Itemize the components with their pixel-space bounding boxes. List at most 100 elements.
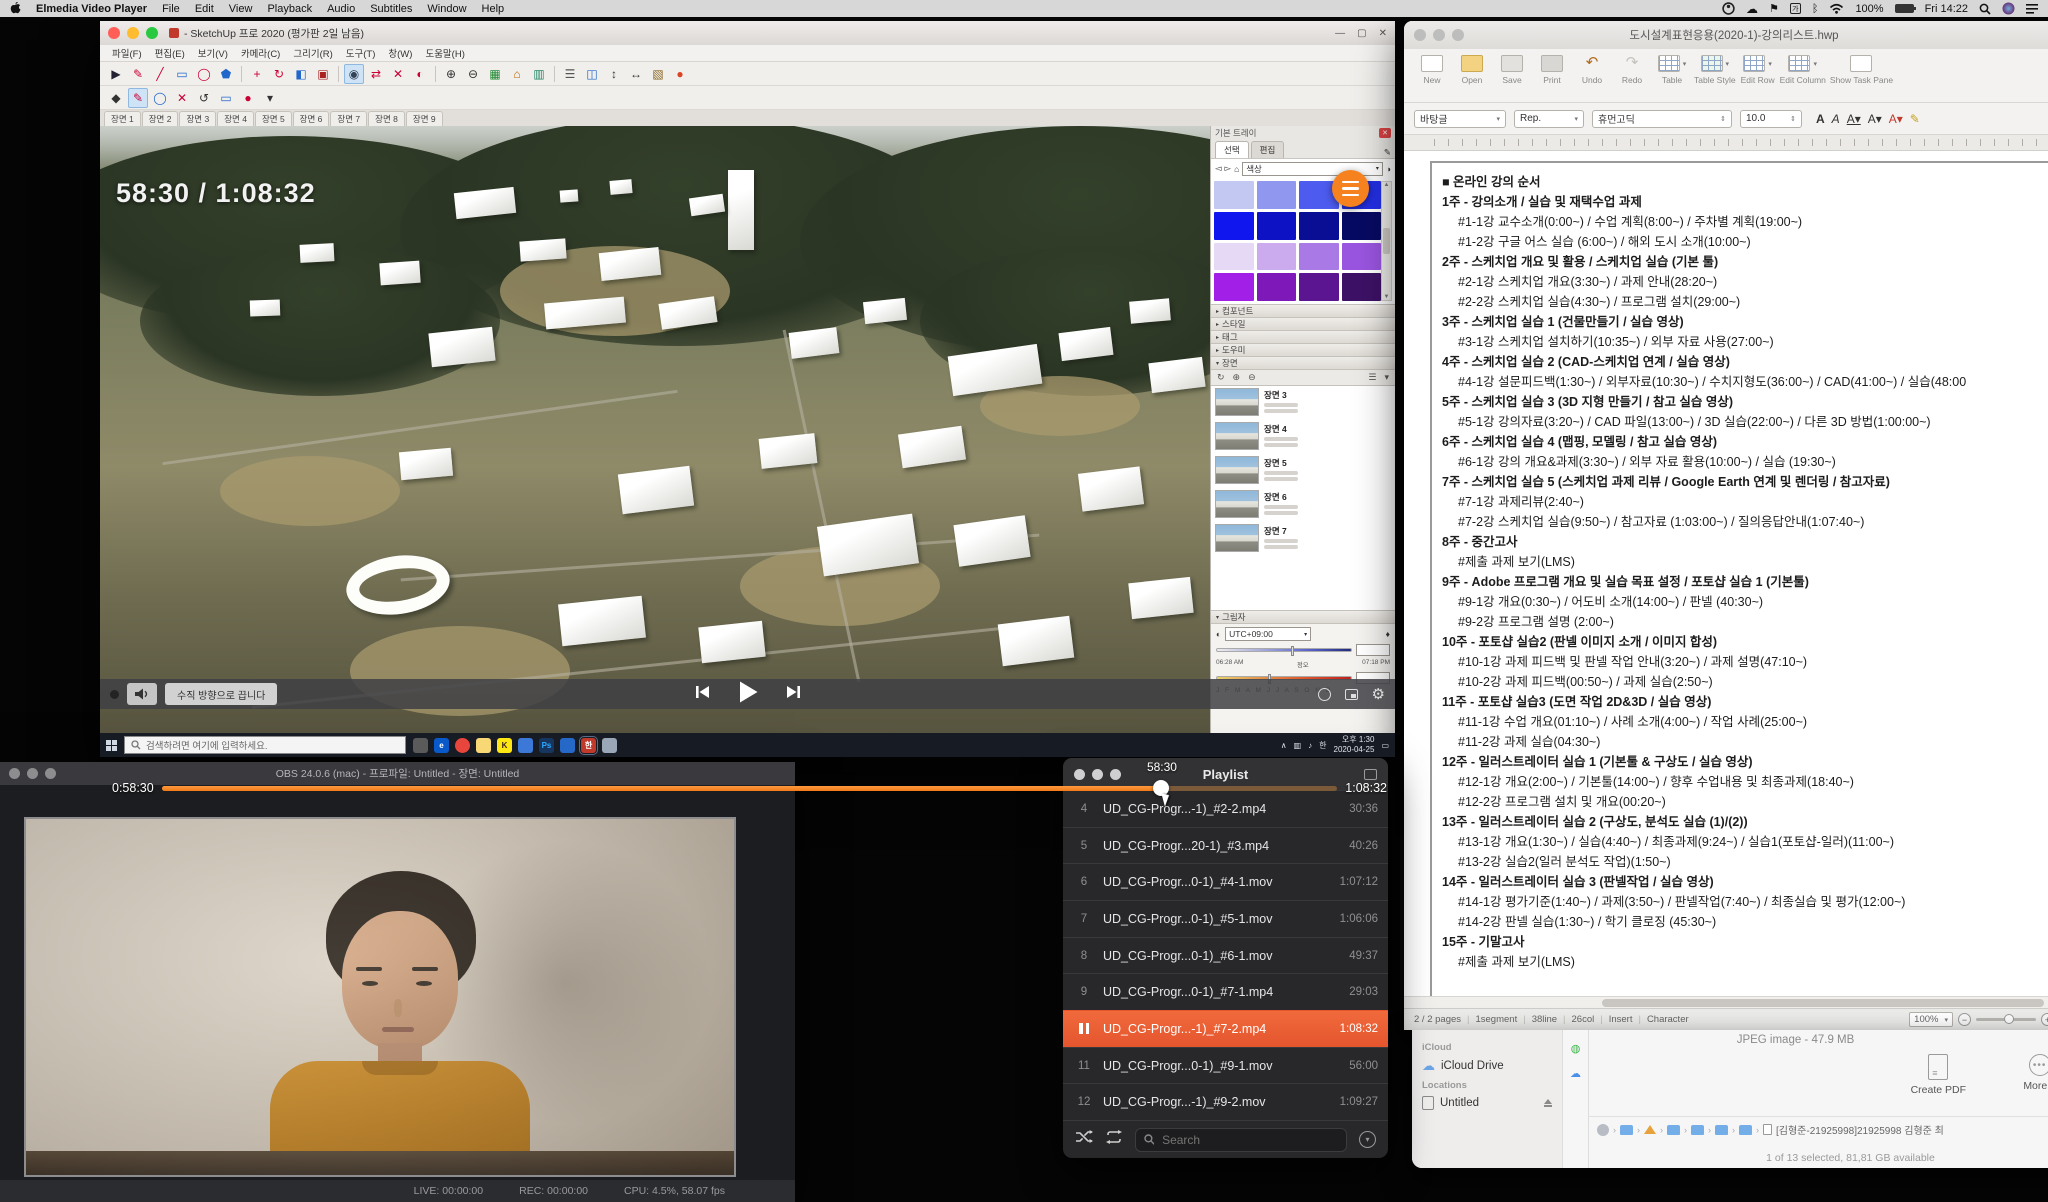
color-swatch[interactable] (1214, 212, 1254, 240)
minimize-window-button[interactable] (127, 27, 139, 39)
tray-section[interactable]: ▸도우미 (1211, 343, 1395, 356)
sketchup-tool-icon[interactable]: ▭ (216, 88, 236, 108)
cloud-icon[interactable]: ☁ (1746, 2, 1758, 15)
obs-preview-canvas[interactable] (0, 785, 795, 1180)
menu-bar-clock[interactable]: Fri 14:22 (1925, 3, 1968, 15)
taskbar-app-icon[interactable]: 한 (581, 738, 596, 753)
zoom-dropdown[interactable]: 100%▾ (1909, 1012, 1953, 1027)
sketchup-menu-item[interactable]: 편집(E) (155, 46, 185, 60)
sketchup-tool-icon[interactable]: ↔ (626, 64, 646, 84)
style-dropdown[interactable]: 바탕글▾ (1414, 110, 1506, 128)
color-swatch[interactable] (1257, 243, 1297, 271)
hwp-edit-column-button[interactable]: ▾Edit Column (1780, 55, 1826, 85)
folder-icon[interactable] (1691, 1125, 1704, 1135)
sketchup-menu-item[interactable]: 보기(V) (198, 46, 228, 60)
sketchup-tool-icon[interactable]: ▦ (485, 64, 505, 84)
sketchup-tool-icon[interactable]: ▶ (106, 64, 126, 84)
breadcrumb-file-name[interactable]: [김형준-21925998]21925998 김형준 최 (1776, 1122, 1944, 1137)
time-field[interactable] (1356, 644, 1390, 656)
sketchup-menu-item[interactable]: 그리기(R) (293, 46, 332, 60)
font-size-stepper[interactable]: 10.0⇕ (1740, 110, 1802, 128)
sketchup-tool-icon[interactable]: ⌂ (507, 64, 527, 84)
windows-window-controls[interactable]: —▢✕ (1335, 28, 1387, 39)
playlist-item[interactable]: 12UD_CG-Progr...-1)_#9-2.mov1:09:27 (1063, 1083, 1388, 1120)
tray-section[interactable]: ▸태그 (1211, 330, 1395, 343)
audio-track-icon[interactable] (1318, 688, 1331, 701)
repeat-icon[interactable] (1105, 1130, 1123, 1149)
hwp-table-button[interactable]: ▾Table (1654, 55, 1690, 85)
zoom-window-button[interactable] (146, 27, 158, 39)
sketchup-tool-icon[interactable]: ▭ (172, 64, 192, 84)
playlist-item[interactable]: 8UD_CG-Progr...0-1)_#6-1.mov49:37 (1063, 937, 1388, 974)
sketchup-tool-icon[interactable]: ↻ (269, 64, 289, 84)
scene-list-item[interactable]: 장면 5 (1215, 456, 1391, 484)
zoom-in-button[interactable]: + (2041, 1013, 2048, 1026)
scene-tab[interactable]: 장면 4 (217, 111, 254, 126)
sketchup-tool-icon[interactable]: + (247, 64, 267, 84)
playlist-toggle-button[interactable] (1332, 170, 1369, 207)
playlist-item[interactable]: 7UD_CG-Progr...0-1)_#5-1.mov1:06:06 (1063, 900, 1388, 937)
tray-section[interactable]: ▾장면 (1211, 356, 1395, 369)
folder-icon[interactable] (1739, 1125, 1752, 1135)
color-swatch[interactable] (1299, 212, 1339, 240)
sketchup-tool-icon[interactable]: ☰ (560, 64, 580, 84)
menu-file[interactable]: File (162, 3, 180, 15)
sketchup-tool-icon[interactable]: ◯ (150, 88, 170, 108)
menu-view[interactable]: View (229, 3, 253, 15)
font-color-button[interactable]: A▾ (1889, 112, 1903, 126)
menu-window[interactable]: Window (427, 3, 466, 15)
sketchup-tool-icon[interactable]: ◫ (582, 64, 602, 84)
scene-list-item[interactable]: 장면 7 (1215, 524, 1391, 552)
scene-tab[interactable]: 장면 7 (330, 111, 367, 126)
webcam-source[interactable] (24, 817, 736, 1177)
tray-volume-icon[interactable]: ♪ (1308, 741, 1312, 750)
sketchup-menu-item[interactable]: 도구(T) (346, 46, 376, 60)
scene-options-icon[interactable]: ☰ (1368, 372, 1376, 383)
taskbar-app-icon[interactable]: K (497, 738, 512, 753)
home-icon[interactable]: ⌂ (1234, 164, 1239, 174)
underline-button[interactable]: A▾ (1847, 112, 1861, 126)
sketchup-tool-icon[interactable]: ╱ (150, 64, 170, 84)
tray-clock[interactable]: 오후 1:30 2020-04-25 (1334, 735, 1375, 755)
tray-network-icon[interactable]: ▥ (1294, 741, 1302, 750)
spotlight-icon[interactable] (1979, 2, 1991, 15)
menu-help[interactable]: Help (482, 3, 505, 15)
color-swatch[interactable] (1214, 273, 1254, 301)
hwp-print-button[interactable]: Print (1534, 55, 1570, 85)
tray-close-icon[interactable]: ✕ (1379, 128, 1391, 138)
document-page[interactable]: ■ 온라인 강의 순서1주 - 강의소개 / 실습 및 재택수업 과제#1-1강… (1404, 151, 2048, 996)
scene-tab[interactable]: 장면 5 (255, 111, 292, 126)
next-button[interactable] (785, 684, 802, 705)
scene-tab[interactable]: 장면 1 (104, 111, 141, 126)
remove-scene-icon[interactable]: ⊖ (1248, 372, 1256, 383)
playlist-item[interactable]: 9UD_CG-Progr...0-1)_#7-1.mp429:03 (1063, 973, 1388, 1010)
sketchup-menu-item[interactable]: 카메라(C) (241, 46, 280, 60)
sketchup-tool-icon[interactable]: ◧ (291, 64, 311, 84)
disk-icon[interactable] (1597, 1124, 1609, 1136)
notification-center-icon[interactable] (2026, 2, 2038, 15)
sketchup-tool-icon[interactable]: ↺ (194, 88, 214, 108)
sketchup-tool-icon[interactable]: ◯ (194, 64, 214, 84)
bookmark-icon[interactable]: ⚑ (1769, 2, 1779, 15)
seek-bar[interactable]: 58:30 (162, 786, 1338, 791)
sketchup-tool-icon[interactable]: ✎ (128, 88, 148, 108)
hwp-undo-button[interactable]: ↶Undo (1574, 55, 1610, 85)
sketchup-tool-icon[interactable]: ▥ (529, 64, 549, 84)
rep-font-dropdown[interactable]: Rep.▾ (1514, 110, 1584, 128)
shadow-pin-icon[interactable]: ♦ (1386, 629, 1390, 639)
bluetooth-icon[interactable]: ᛒ (1812, 2, 1819, 15)
siri-icon[interactable] (2002, 2, 2015, 15)
sketchup-tool-icon[interactable]: ✎ (128, 64, 148, 84)
sketchup-tool-icon[interactable]: ↕ (604, 64, 624, 84)
color-swatch[interactable] (1342, 243, 1382, 271)
color-swatch[interactable] (1257, 212, 1297, 240)
sketchup-menu-item[interactable]: 파일(F) (112, 46, 142, 60)
folder-icon[interactable] (1715, 1125, 1728, 1135)
windows-start-icon[interactable] (106, 740, 117, 751)
tray-section[interactable]: ▸컴포넌트 (1211, 304, 1395, 317)
shadows-section-header[interactable]: ▾그림자 (1211, 610, 1395, 623)
scene-tab[interactable]: 장면 6 (293, 111, 330, 126)
pip-icon[interactable] (1345, 689, 1358, 700)
playlist-search-input[interactable] (1160, 1132, 1338, 1148)
sketchup-tool-icon[interactable]: ● (670, 64, 690, 84)
